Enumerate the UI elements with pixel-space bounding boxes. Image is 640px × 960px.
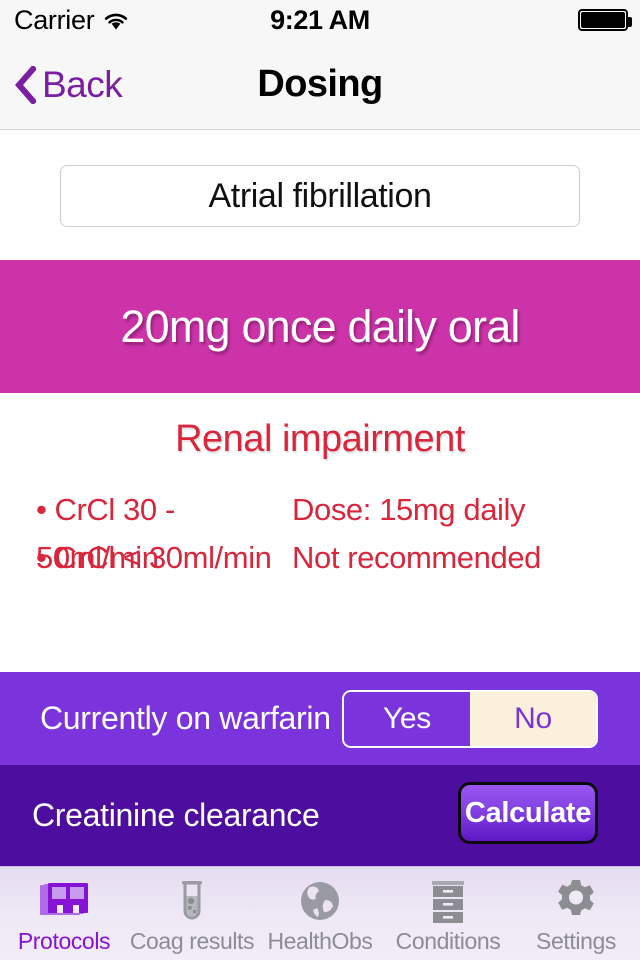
tab-protocols[interactable]: Protocols	[0, 867, 128, 960]
globe-icon	[297, 875, 343, 927]
renal-impairment-section: Renal impairment • CrCl 30 - 50ml/min Dos…	[0, 393, 640, 672]
warfarin-segmented-control[interactable]: Yes No	[342, 690, 598, 748]
dose-banner: 20mg once daily oral	[0, 260, 640, 393]
calculate-button[interactable]: Calculate	[458, 782, 598, 844]
status-bar-right	[578, 0, 632, 40]
tab-bar: Protocols Coag results HealthObs Conditi…	[0, 866, 640, 960]
bullet-icon: •	[36, 492, 47, 527]
renal-row: • CrCl 30 - 50ml/min Dose: 15mg daily	[0, 486, 640, 575]
bullet-icon: •	[36, 540, 47, 575]
renal-row-crcl: • CrCl < 30ml/min	[0, 534, 292, 582]
renal-row: • CrCl < 30ml/min Not recommended	[0, 534, 640, 582]
tab-conditions-label: Conditions	[395, 928, 501, 954]
creatinine-clearance-section: Creatinine clearance Calculate	[0, 765, 640, 866]
protocols-stack-icon	[38, 875, 90, 927]
tab-healthobs[interactable]: HealthObs	[256, 867, 384, 960]
renal-impairment-title: Renal impairment	[175, 418, 465, 460]
renal-row-dose: Dose: 15mg daily	[292, 492, 526, 527]
renal-impairment-rows: • CrCl 30 - 50ml/min Dose: 15mg daily • Cr…	[0, 486, 640, 582]
tab-settings[interactable]: Settings	[512, 867, 640, 960]
condition-select-button[interactable]: Atrial fibrillation	[60, 165, 580, 227]
battery-full-icon	[578, 9, 632, 31]
warfarin-section: Currently on warfarin Yes No	[0, 672, 640, 765]
warfarin-option-no[interactable]: No	[470, 692, 596, 746]
tab-healthobs-label: HealthObs	[267, 928, 373, 954]
warfarin-label: Currently on warfarin	[40, 700, 331, 736]
tab-conditions[interactable]: Conditions	[384, 867, 512, 960]
tab-coag-results[interactable]: Coag results	[128, 867, 256, 960]
tab-settings-label: Settings	[536, 928, 616, 954]
condition-section: Atrial fibrillation	[0, 131, 640, 260]
battery-fill	[581, 12, 625, 28]
renal-row-crcl-text: CrCl < 30ml/min	[54, 540, 272, 575]
page-title: Dosing	[257, 63, 383, 105]
test-tube-icon	[170, 875, 214, 927]
status-bar: Carrier 9:21 AM	[0, 0, 640, 40]
dose-text: 20mg once daily oral	[120, 300, 520, 352]
tab-protocols-label: Protocols	[17, 928, 111, 954]
gear-icon	[553, 875, 599, 927]
tab-coag-results-label: Coag results	[129, 928, 255, 954]
creatinine-clearance-label: Creatinine clearance	[32, 797, 320, 833]
status-bar-time: 9:21 AM	[270, 5, 370, 35]
renal-row-dose: Not recommended	[292, 540, 542, 575]
warfarin-option-yes[interactable]: Yes	[344, 692, 470, 746]
filing-cabinet-icon	[426, 875, 470, 927]
app-screen: Carrier 9:21 AM Back Dosing Atrial fibri…	[0, 0, 640, 960]
navigation-bar: Back Dosing	[0, 40, 640, 130]
